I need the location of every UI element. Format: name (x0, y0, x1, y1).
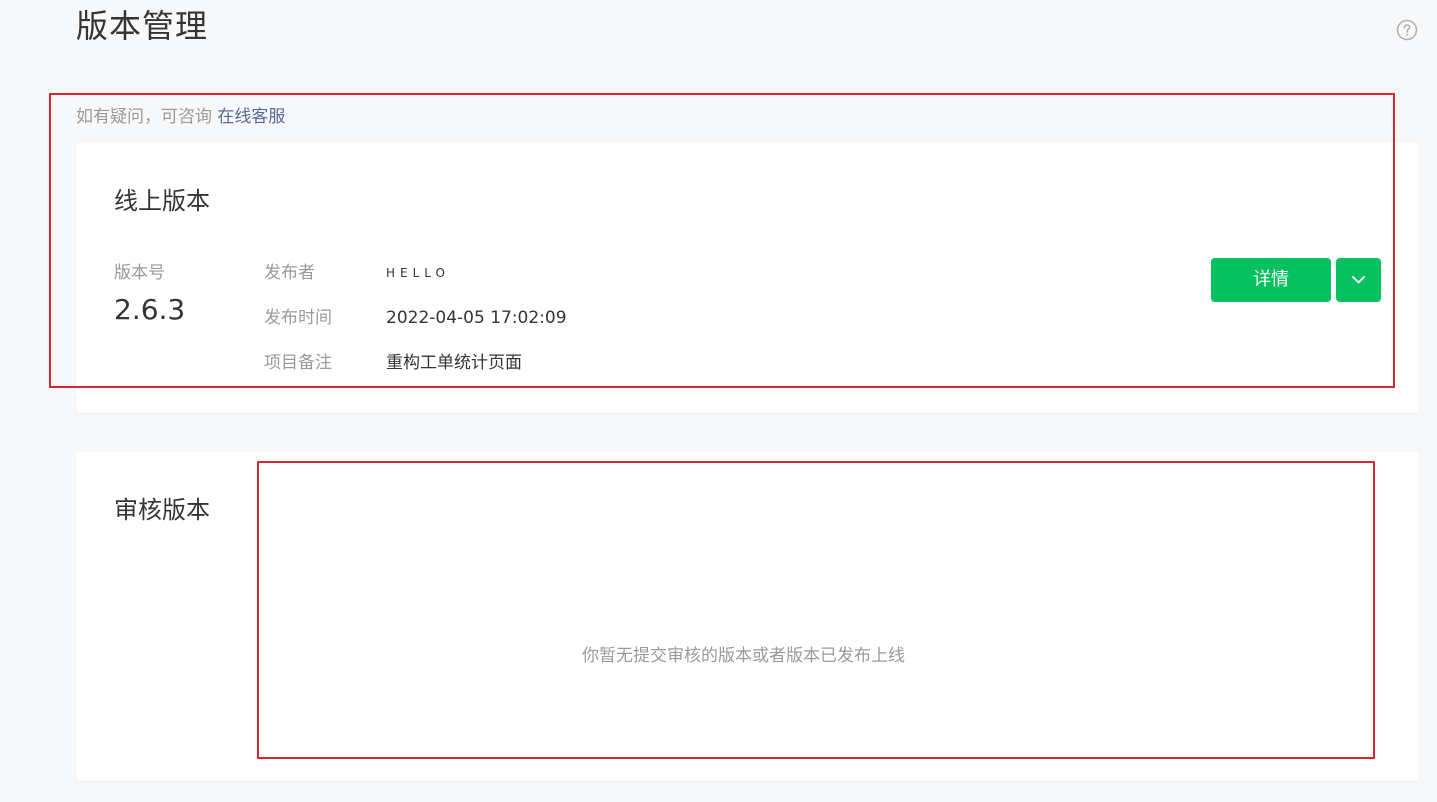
review-version-card: 审核版本 你暂无提交审核的版本或者版本已发布上线 (76, 452, 1419, 781)
project-note-value: 重构工单统计页面 (386, 353, 522, 373)
chevron-down-icon (1352, 276, 1365, 284)
detail-button[interactable]: 详情 (1211, 258, 1331, 302)
online-service-link[interactable]: 在线客服 (217, 107, 285, 127)
publisher-label: 发布者 (264, 263, 315, 283)
review-version-title: 审核版本 (114, 496, 210, 524)
page-title: 版本管理 (76, 7, 209, 45)
review-empty-text: 你暂无提交审核的版本或者版本已发布上线 (582, 646, 905, 666)
consult-text: 如有疑问，可咨询 (76, 107, 212, 127)
version-number-label: 版本号 (114, 263, 165, 283)
version-number-value: 2.6.3 (114, 293, 186, 326)
more-actions-button[interactable] (1336, 258, 1381, 302)
publish-time-label: 发布时间 (264, 308, 332, 328)
online-version-title: 线上版本 (114, 187, 210, 215)
consult-notice: 如有疑问，可咨询 在线客服 (76, 105, 285, 129)
project-note-label: 项目备注 (264, 353, 332, 373)
question-circle-icon[interactable] (1396, 19, 1418, 41)
publisher-value: HELLO (386, 266, 450, 280)
version-management-page: 版本管理 如有疑问，可咨询 在线客服 线上版本 版本号 2.6.3 发布者 HE… (0, 0, 1437, 802)
publish-time-value: 2022-04-05 17:02:09 (386, 308, 567, 328)
online-version-card: 线上版本 版本号 2.6.3 发布者 HELLO 发布时间 2022-04-05… (76, 143, 1419, 413)
